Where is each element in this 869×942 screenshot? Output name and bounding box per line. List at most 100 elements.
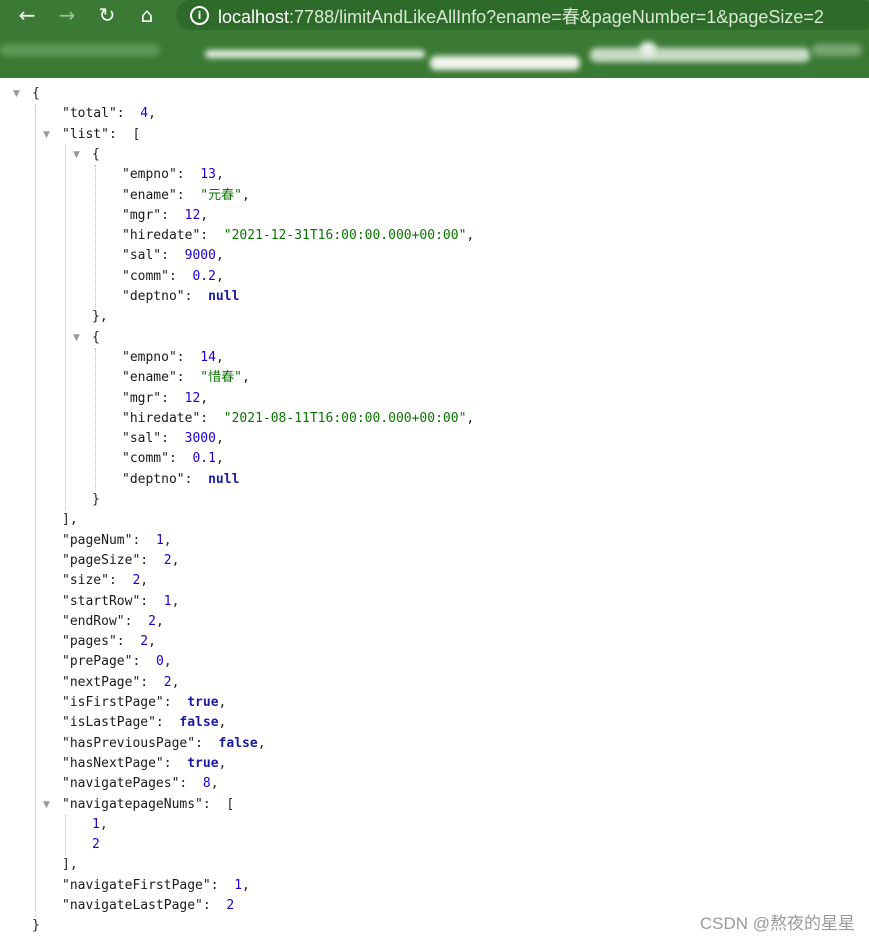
brace-close: }, [92,309,108,325]
comma: , [215,431,224,447]
comma: , [171,674,180,690]
forward-arrow-icon[interactable]: → [54,2,80,28]
indent-guide [65,144,66,511]
json-value: 1 [155,532,164,548]
blurred-bookmark [640,42,656,56]
url-text[interactable]: localhost:7788/limitAndLikeAllInfo?ename… [218,3,824,29]
home-icon[interactable]: ⌂ [134,2,160,28]
json-value: true [187,695,219,710]
bracket-close: ], [62,512,78,528]
blurred-bookmark [0,44,160,56]
comma: , [218,695,227,710]
blurred-bookmark [812,44,862,56]
json-value: 2 [92,837,100,853]
json-value: 2 [163,552,172,568]
json-key: "size" [62,573,109,589]
json-line-sal: "sal": 3000, [122,429,224,449]
colon: : [195,735,219,751]
json-value: 0.2 [192,268,216,284]
collapse-toggle-icon[interactable]: ▼ [43,800,53,810]
comma: , [215,451,224,467]
json-key: "empno" [122,349,177,365]
indent-guide [65,814,66,856]
json-key: "mgr" [122,390,162,406]
colon: : [161,431,185,447]
comma: , [140,573,149,589]
brace-close: } [92,492,100,507]
comma: , [210,776,219,792]
colon: : [176,167,201,183]
colon: : [168,268,193,284]
json-line-navigateLastPage: "navigateLastPage": 2 [62,896,234,916]
address-bar[interactable]: i localhost:7788/limitAndLikeAllInfo?ena… [176,0,869,30]
back-arrow-icon[interactable]: ← [14,2,40,28]
url-path: :7788/limitAndLikeAllInfo?ename=春&pageNu… [289,7,824,27]
collapse-toggle-icon[interactable]: ▼ [43,130,53,140]
colon: : [176,349,201,365]
comma: , [171,593,180,609]
info-icon[interactable]: i [190,6,209,25]
colon: : [200,410,224,426]
brace-open: { [32,86,40,101]
json-line-pages: "pages": 2, [62,632,156,652]
json-key: "list" [62,126,109,142]
json-line-endRow: "endRow": 2, [62,612,164,632]
json-line-empno: "empno": 13, [122,165,224,185]
collapse-toggle-icon[interactable]: ▼ [73,333,83,343]
reload-icon[interactable]: ↻ [94,2,120,28]
blurred-bookmark [205,50,425,58]
json-value: true [187,755,219,771]
colon: : [168,451,193,467]
brace-open: { [92,329,100,345]
json-line-pageSize: "pageSize": 2, [62,551,179,571]
json-key: "hiredate" [122,228,201,244]
json-key: "empno" [122,167,177,183]
json-object-open: { [92,328,100,348]
json-line-comm: "comm": 0.2, [122,267,224,287]
json-key: "isFirstPage" [62,695,164,710]
brace-close: } [32,918,40,934]
json-line-deptno: "deptno": null [122,287,239,307]
colon: : [202,898,227,913]
comma: , [200,390,209,406]
json-line-mgr: "mgr": 12, [122,389,208,409]
comma: , [163,654,172,670]
comma: , [155,613,164,629]
indent-guide [35,104,36,917]
collapse-toggle-icon[interactable]: ▼ [73,150,83,160]
json-line-empno: "empno": 14, [122,348,224,368]
json-key: "sal" [122,431,162,447]
colon: : [140,552,164,568]
comma: , [466,410,475,426]
json-key: "pages" [62,634,117,650]
json-value: 2 [148,613,156,629]
json-line-pageNum: "pageNum": 1, [62,531,172,551]
colon: : [163,755,188,771]
json-object-close: } [92,490,100,510]
json-key: "ename" [122,370,177,386]
comma: , [241,370,250,386]
json-line-prePage: "prePage": 0, [62,652,172,672]
browser-toolbar: ← → ↻ ⌂ i localhost:7788/limitAndLikeAll… [0,0,869,78]
json-key: "navigateLastPage" [62,898,203,913]
comma: , [218,755,227,771]
comma: , [215,167,224,183]
json-line-isLastPage: "isLastPage": false, [62,713,226,733]
colon: : [176,370,201,386]
colon: : [161,248,185,264]
collapse-toggle-icon[interactable]: ▼ [13,89,23,99]
json-key: "hasPreviousPage" [62,735,196,751]
json-line-navigatePages: "navigatePages": 8, [62,774,219,794]
colon: : [161,207,185,223]
json-key: "prePage" [62,654,133,670]
json-object-open: { [92,145,100,165]
json-line-navigateFirstPage: "navigateFirstPage": 1, [62,876,250,896]
json-key: "total" [62,106,117,122]
colon: : [140,593,164,609]
json-value: "2021-08-11T16:00:00.000+00:00" [223,410,467,426]
colon: : [108,126,133,142]
colon: : [200,228,224,244]
json-line-hiredate: "hiredate": "2021-08-11T16:00:00.000+00:… [122,409,474,429]
colon: : [140,674,164,690]
json-line-size: "size": 2, [62,571,148,591]
